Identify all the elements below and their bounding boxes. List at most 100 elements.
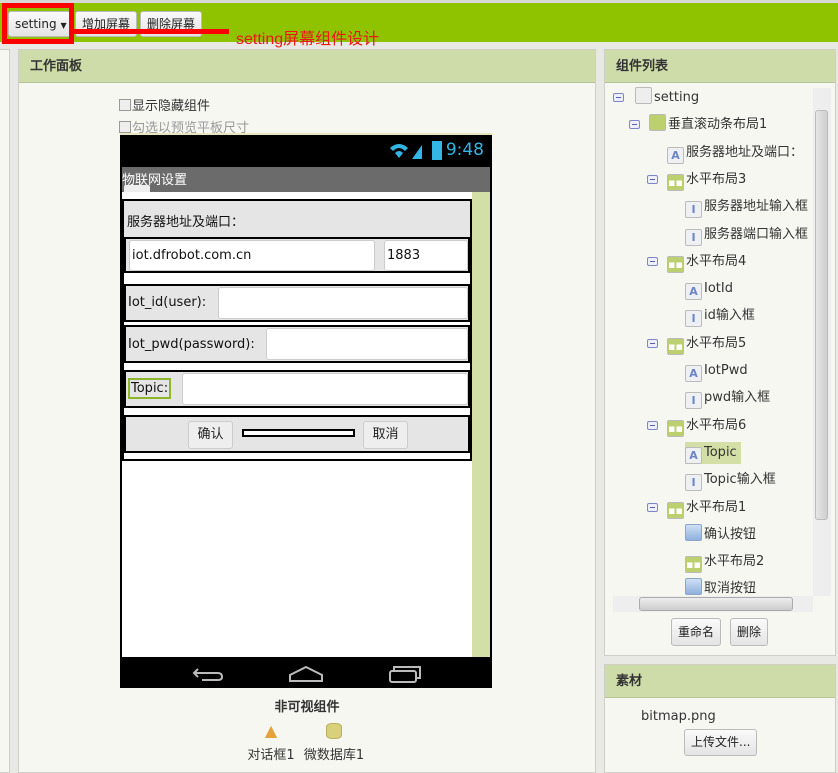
tree-item-label: pwd输入框	[704, 390, 771, 406]
tree-item[interactable]: ▪▪ 水平布局3	[667, 169, 750, 191]
tree-item-label: 确认按钮	[704, 526, 757, 542]
server-label-row: 服务器地址及端口：	[124, 201, 470, 237]
screen-icon	[635, 87, 652, 104]
textbox-icon: I	[685, 310, 702, 328]
tree-item[interactable]: ▪▪ 水平布局4	[667, 251, 750, 273]
nav-icons	[192, 665, 421, 683]
h-scrollbar-thumb[interactable]	[639, 597, 793, 611]
horizontal-arrangement-icon: ▪▪	[667, 419, 684, 437]
app-title-bar: 物联网设置	[122, 167, 490, 192]
dialog-label: 对话框1	[247, 748, 295, 763]
recent-apps-icon	[389, 666, 421, 683]
horizontal-arrangement-4: Iot_id(user):	[124, 284, 470, 322]
id-input[interactable]	[218, 287, 468, 319]
horizontal-arrangement-3: iot.dfrobot.com.cn 1883	[124, 237, 470, 273]
tree-item[interactable]: Iid输入框	[685, 305, 759, 328]
tree-item[interactable]: I 服务器端口输入框	[685, 224, 812, 246]
tree-item[interactable]: ▪▪ 水平布局2	[685, 551, 768, 574]
pwd-input[interactable]	[266, 328, 468, 360]
horizontal-arrangement-icon: ▪▪	[685, 556, 702, 574]
component-tree: setting 垂直滚动条布局1 A 服务器地址及端口： ▪▪ 水平布局3 I 服务器地址输入…	[609, 87, 831, 613]
vertical-arrangement-icon	[649, 114, 666, 132]
tree-item-label: 水平布局6	[686, 417, 747, 433]
server-port-input[interactable]: 1883	[384, 240, 468, 271]
tree-item-label: Topic输入框	[704, 472, 776, 488]
tree-item[interactable]: ▪▪ 水平布局1	[667, 497, 750, 519]
show-hidden-label: 显示隐藏组件	[132, 99, 211, 114]
horizontal-arrangement-1: 确认 取消	[124, 415, 470, 453]
collapse-toggle-icon[interactable]	[647, 256, 658, 266]
tree-item[interactable]: ▪▪ 水平布局6	[667, 415, 750, 437]
confirm-button[interactable]: 确认	[188, 421, 233, 449]
phone-screen: 服务器地址及端口： iot.dfrobot.com.cn 1883 Iot_id…	[122, 192, 490, 657]
collapse-toggle-icon[interactable]	[613, 93, 624, 102]
components-panel: 组件列表 setting 垂直滚动条布局1 A 服务器地址及端口： ▪▪ 水平布局3 I 服务…	[604, 49, 836, 656]
components-title: 组件列表	[605, 50, 835, 83]
rename-button[interactable]: 重命名	[671, 618, 722, 646]
status-bar: 9:48	[120, 135, 492, 167]
collapse-toggle-icon[interactable]	[647, 420, 658, 430]
server-label: 服务器地址及端口：	[127, 215, 245, 230]
horizontal-arrangement-icon: ▪▪	[667, 337, 684, 355]
left-panel-edge	[0, 49, 10, 773]
tree-item-label: 水平布局3	[686, 171, 747, 187]
tree-item-label: 水平布局1	[686, 499, 747, 515]
topic-label[interactable]: Topic:	[128, 378, 172, 399]
horizontal-arrangement-2	[242, 429, 355, 437]
nonvisible-dialog[interactable]: ▲ 对话框1	[245, 721, 297, 764]
checkbox-icon	[119, 121, 131, 133]
asset-file[interactable]: bitmap.png	[641, 709, 716, 724]
tree-item[interactable]: A 服务器地址及端口：	[667, 142, 807, 164]
vertical-scrollbar[interactable]	[813, 88, 831, 596]
delete-button[interactable]: 删除	[730, 618, 769, 646]
textbox-icon: I	[685, 474, 702, 492]
show-hidden-checkbox[interactable]: 显示隐藏组件	[119, 95, 210, 114]
viewer-title: 工作面板	[19, 50, 595, 83]
home-icon	[289, 665, 323, 682]
assets-title: 素材	[605, 665, 835, 698]
tree-item-label: id输入框	[704, 308, 755, 324]
wifi-signal-icon	[390, 144, 422, 159]
phone-preview: 9:48 物联网设置 服务器地址及端口： iot.dfrobot.com.cn …	[120, 133, 492, 688]
scrollbar-thumb[interactable]	[815, 110, 828, 520]
textbox-icon: I	[685, 228, 702, 246]
tree-item-label: 水平布局5	[686, 335, 747, 351]
horizontal-arrangement-icon: ▪▪	[667, 173, 684, 191]
tree-item[interactable]: A IotPwd	[685, 360, 752, 382]
assets-panel: 素材 bitmap.png 上传文件...	[604, 664, 836, 773]
tree-item[interactable]: I 服务器地址输入框	[685, 196, 812, 219]
label-icon: A	[685, 446, 702, 464]
cancel-button[interactable]: 取消	[363, 421, 408, 449]
tree-item[interactable]: setting	[635, 87, 703, 109]
tab-stub	[124, 185, 150, 192]
collapse-toggle-icon[interactable]	[647, 338, 658, 348]
nonvisible-tinydb[interactable]: 微数据库1	[302, 723, 366, 763]
tinydb-label: 微数据库1	[303, 748, 365, 763]
tree-item[interactable]: A Topic	[685, 441, 741, 464]
collapse-toggle-icon[interactable]	[647, 502, 658, 512]
warning-icon: ▲	[264, 721, 278, 740]
server-address-input[interactable]: iot.dfrobot.com.cn	[129, 240, 375, 271]
tree-item[interactable]: I Topic输入框	[685, 469, 780, 492]
iot-pwd-label: Iot_pwd(password):	[128, 337, 255, 352]
tree-item[interactable]: 垂直滚动条布局1	[649, 114, 771, 136]
tree-item-label: 水平布局2	[704, 554, 765, 570]
tree-item-label: 服务器端口输入框	[704, 226, 809, 242]
checkbox-icon	[119, 99, 131, 111]
textbox-icon: I	[685, 392, 702, 410]
tree-item[interactable]: Ipwd输入框	[685, 387, 774, 410]
horizontal-arrangement-icon: ▪▪	[667, 501, 684, 519]
tree-item-label: setting	[654, 90, 700, 105]
tree-item[interactable]: A IotId	[685, 278, 737, 301]
iot-id-label: Iot_id(user):	[128, 295, 207, 310]
tree-item[interactable]: ▪▪ 水平布局5	[667, 333, 750, 355]
scroll-arrangement-strip	[472, 192, 490, 657]
horizontal-arrangement-icon: ▪▪	[667, 255, 684, 273]
topic-input[interactable]	[182, 373, 468, 405]
collapse-toggle-icon[interactable]	[629, 120, 640, 130]
horizontal-scrollbar[interactable]	[613, 596, 813, 612]
upload-file-button[interactable]: 上传文件...	[684, 729, 758, 756]
collapse-toggle-icon[interactable]	[647, 174, 658, 184]
textbox-icon: I	[685, 201, 702, 219]
tree-item[interactable]: 确认按钮	[685, 523, 760, 546]
